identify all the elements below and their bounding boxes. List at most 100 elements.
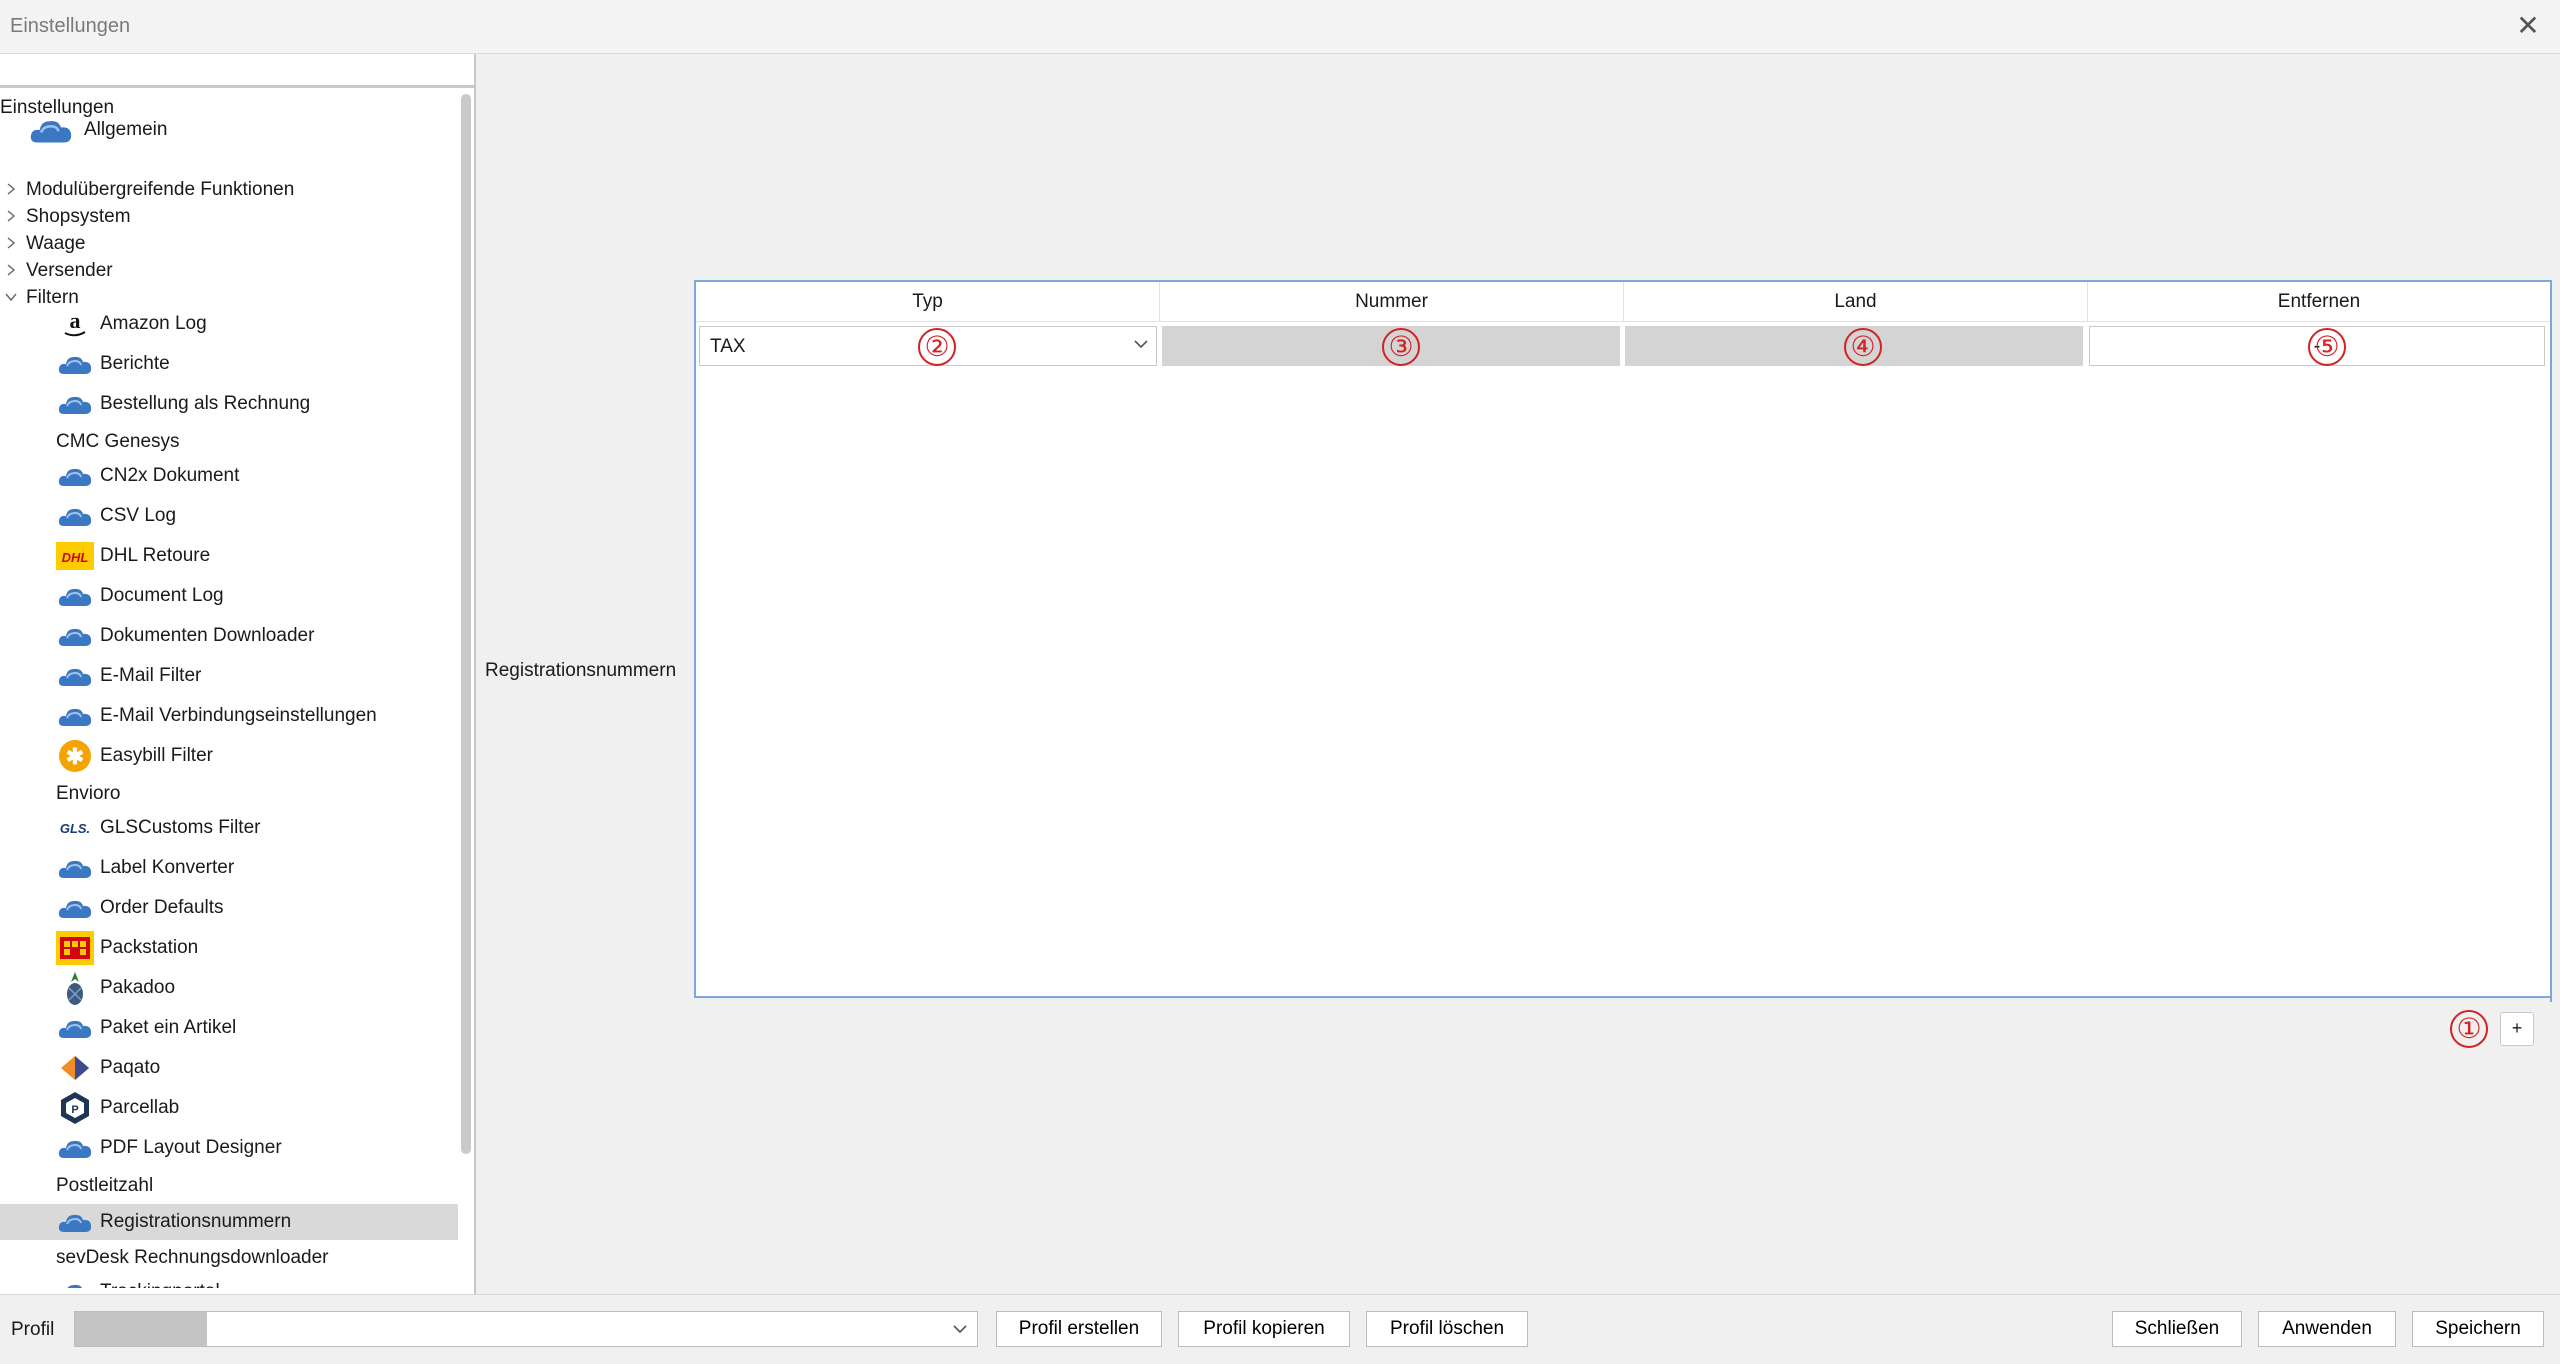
tree-item-label: GLSCustoms Filter bbox=[100, 817, 261, 838]
tree-item[interactable]: DHL DHL Retoure bbox=[0, 538, 458, 574]
add-row-button[interactable]: + bbox=[2500, 1012, 2534, 1046]
tree-item[interactable]: Envioro bbox=[0, 776, 458, 812]
chevron-right-icon[interactable] bbox=[4, 182, 18, 196]
tree-item[interactable]: Label Konverter bbox=[0, 850, 458, 886]
tree-item-label: Document Log bbox=[100, 585, 224, 606]
profile-label: Profil bbox=[11, 1319, 55, 1340]
annotation-marker-3: ③ bbox=[1382, 328, 1420, 366]
tree-item-label: E-Mail Filter bbox=[100, 665, 202, 686]
registration-numbers-grid: Typ Nummer Land Entfernen TAX - ② ③ ④ ⑤ bbox=[694, 280, 2552, 1002]
chevron-right-icon[interactable] bbox=[4, 263, 18, 277]
tree-item[interactable]: a Amazon Log bbox=[0, 306, 458, 342]
cloud-icon bbox=[28, 114, 74, 146]
cloud-icon bbox=[56, 580, 94, 612]
tree-item-label: CMC Genesys bbox=[56, 431, 180, 452]
profile-select-fill bbox=[75, 1312, 207, 1346]
annotation-marker-4: ④ bbox=[1844, 328, 1882, 366]
tree-item[interactable]: GLS. GLSCustoms Filter bbox=[0, 810, 458, 846]
column-header-entfernen[interactable]: Entfernen bbox=[2088, 282, 2550, 322]
tree-item[interactable]: Allgemein bbox=[0, 112, 458, 148]
settings-window: Einstellungen ✕ Einstellungen Allgemein M… bbox=[0, 0, 2560, 1364]
apply-button[interactable]: Anwenden bbox=[2258, 1311, 2396, 1347]
cloud-icon bbox=[56, 620, 94, 652]
tree-item[interactable]: ✱ Easybill Filter bbox=[0, 738, 458, 774]
cloud-icon bbox=[56, 660, 94, 692]
svg-text:✱: ✱ bbox=[66, 744, 84, 769]
svg-text:a: a bbox=[70, 308, 81, 333]
tree-item-label: Parcellab bbox=[100, 1097, 180, 1118]
tree-item-label: Order Defaults bbox=[100, 897, 224, 918]
cloud-icon bbox=[56, 1012, 94, 1044]
cloud-icon bbox=[56, 700, 94, 732]
paqato-icon bbox=[56, 1052, 94, 1084]
annotation-marker-1: ① bbox=[2450, 1010, 2488, 1048]
annotation-marker-2: ② bbox=[918, 328, 956, 366]
tree-item-label: Amazon Log bbox=[100, 313, 207, 334]
chevron-right-icon[interactable] bbox=[4, 236, 18, 250]
tree-item-label: Berichte bbox=[100, 353, 170, 374]
tree-item-label: Envioro bbox=[56, 783, 121, 804]
svg-text:P: P bbox=[71, 1104, 78, 1116]
grid-header: Typ Nummer Land Entfernen bbox=[696, 282, 2550, 322]
tree-item[interactable]: Trackingportal bbox=[0, 1274, 458, 1288]
tree-item[interactable]: P Parcellab bbox=[0, 1090, 458, 1126]
cloud-icon bbox=[56, 1206, 94, 1238]
cloud-icon bbox=[56, 1276, 94, 1288]
tree-item[interactable]: Document Log bbox=[0, 578, 458, 614]
title-bar: Einstellungen ✕ bbox=[0, 0, 2560, 54]
cloud-icon bbox=[56, 348, 94, 380]
tree-item-label: sevDesk Rechnungsdownloader bbox=[56, 1247, 329, 1268]
tree-item[interactable]: Paqato bbox=[0, 1050, 458, 1086]
close-icon[interactable]: ✕ bbox=[2514, 12, 2542, 40]
tree-item[interactable]: Postleitzahl bbox=[0, 1168, 458, 1204]
cloud-icon bbox=[56, 460, 94, 492]
copy-profile-button[interactable]: Profil kopieren bbox=[1178, 1311, 1350, 1347]
chevron-down-icon[interactable] bbox=[4, 290, 18, 304]
tree-item-label: Easybill Filter bbox=[100, 745, 213, 766]
tree-item[interactable]: CMC Genesys bbox=[0, 424, 458, 460]
close-button[interactable]: Schließen bbox=[2112, 1311, 2242, 1347]
tree-item[interactable]: Order Defaults bbox=[0, 890, 458, 926]
grid-border-accent bbox=[2550, 822, 2552, 1002]
tree-item-label: Paqato bbox=[100, 1057, 161, 1078]
create-profile-button[interactable]: Profil erstellen bbox=[996, 1311, 1162, 1347]
tree-item[interactable]: E-Mail Filter bbox=[0, 658, 458, 694]
tree-item[interactable]: Bestellung als Rechnung bbox=[0, 386, 458, 422]
tree-item[interactable]: E-Mail Verbindungseinstellungen bbox=[0, 698, 458, 734]
save-button[interactable]: Speichern bbox=[2412, 1311, 2544, 1347]
svg-text:GLS.: GLS. bbox=[60, 821, 90, 836]
packstation-icon bbox=[56, 931, 94, 965]
typ-select-value: TAX bbox=[710, 336, 746, 357]
tree-item-label: DHL Retoure bbox=[100, 545, 211, 566]
column-header-nummer[interactable]: Nummer bbox=[1160, 282, 1624, 322]
svg-text:DHL: DHL bbox=[62, 550, 89, 565]
table-row: TAX - bbox=[696, 326, 2550, 368]
parcellab-icon: P bbox=[56, 1092, 94, 1124]
tree-item[interactable]: Registrationsnummern bbox=[0, 1204, 458, 1240]
tree-item-label: Allgemein bbox=[84, 119, 168, 140]
profile-select[interactable] bbox=[74, 1311, 978, 1347]
tree-item-label: Packstation bbox=[100, 937, 199, 958]
tree-filter-input[interactable] bbox=[0, 54, 474, 88]
dhl-icon: DHL bbox=[56, 540, 94, 572]
tree-item[interactable]: sevDesk Rechnungsdownloader bbox=[0, 1240, 458, 1276]
settings-content: Registrationsnummern Typ Nummer Land Ent… bbox=[478, 54, 2560, 1294]
tree-item[interactable]: Packstation bbox=[0, 930, 458, 966]
column-header-land[interactable]: Land bbox=[1624, 282, 2088, 322]
tree-item[interactable]: Dokumenten Downloader bbox=[0, 618, 458, 654]
tree-item[interactable]: Berichte bbox=[0, 346, 458, 382]
column-header-typ[interactable]: Typ bbox=[696, 282, 1160, 322]
tree-item-label: Trackingportal bbox=[100, 1276, 220, 1288]
tree-scrollbar[interactable] bbox=[461, 94, 471, 1154]
tree-item[interactable]: Pakadoo bbox=[0, 970, 458, 1006]
tree-item[interactable]: CSV Log bbox=[0, 498, 458, 534]
tree-item[interactable]: CN2x Dokument bbox=[0, 458, 458, 494]
tree-item[interactable]: PDF Layout Designer bbox=[0, 1130, 458, 1166]
tree-item-label: CN2x Dokument bbox=[100, 465, 240, 486]
tree-item[interactable]: Paket ein Artikel bbox=[0, 1010, 458, 1046]
delete-profile-button[interactable]: Profil löschen bbox=[1366, 1311, 1528, 1347]
cloud-icon bbox=[56, 892, 94, 924]
window-title: Einstellungen bbox=[10, 15, 131, 37]
chevron-right-icon[interactable] bbox=[4, 209, 18, 223]
cloud-icon bbox=[56, 388, 94, 420]
